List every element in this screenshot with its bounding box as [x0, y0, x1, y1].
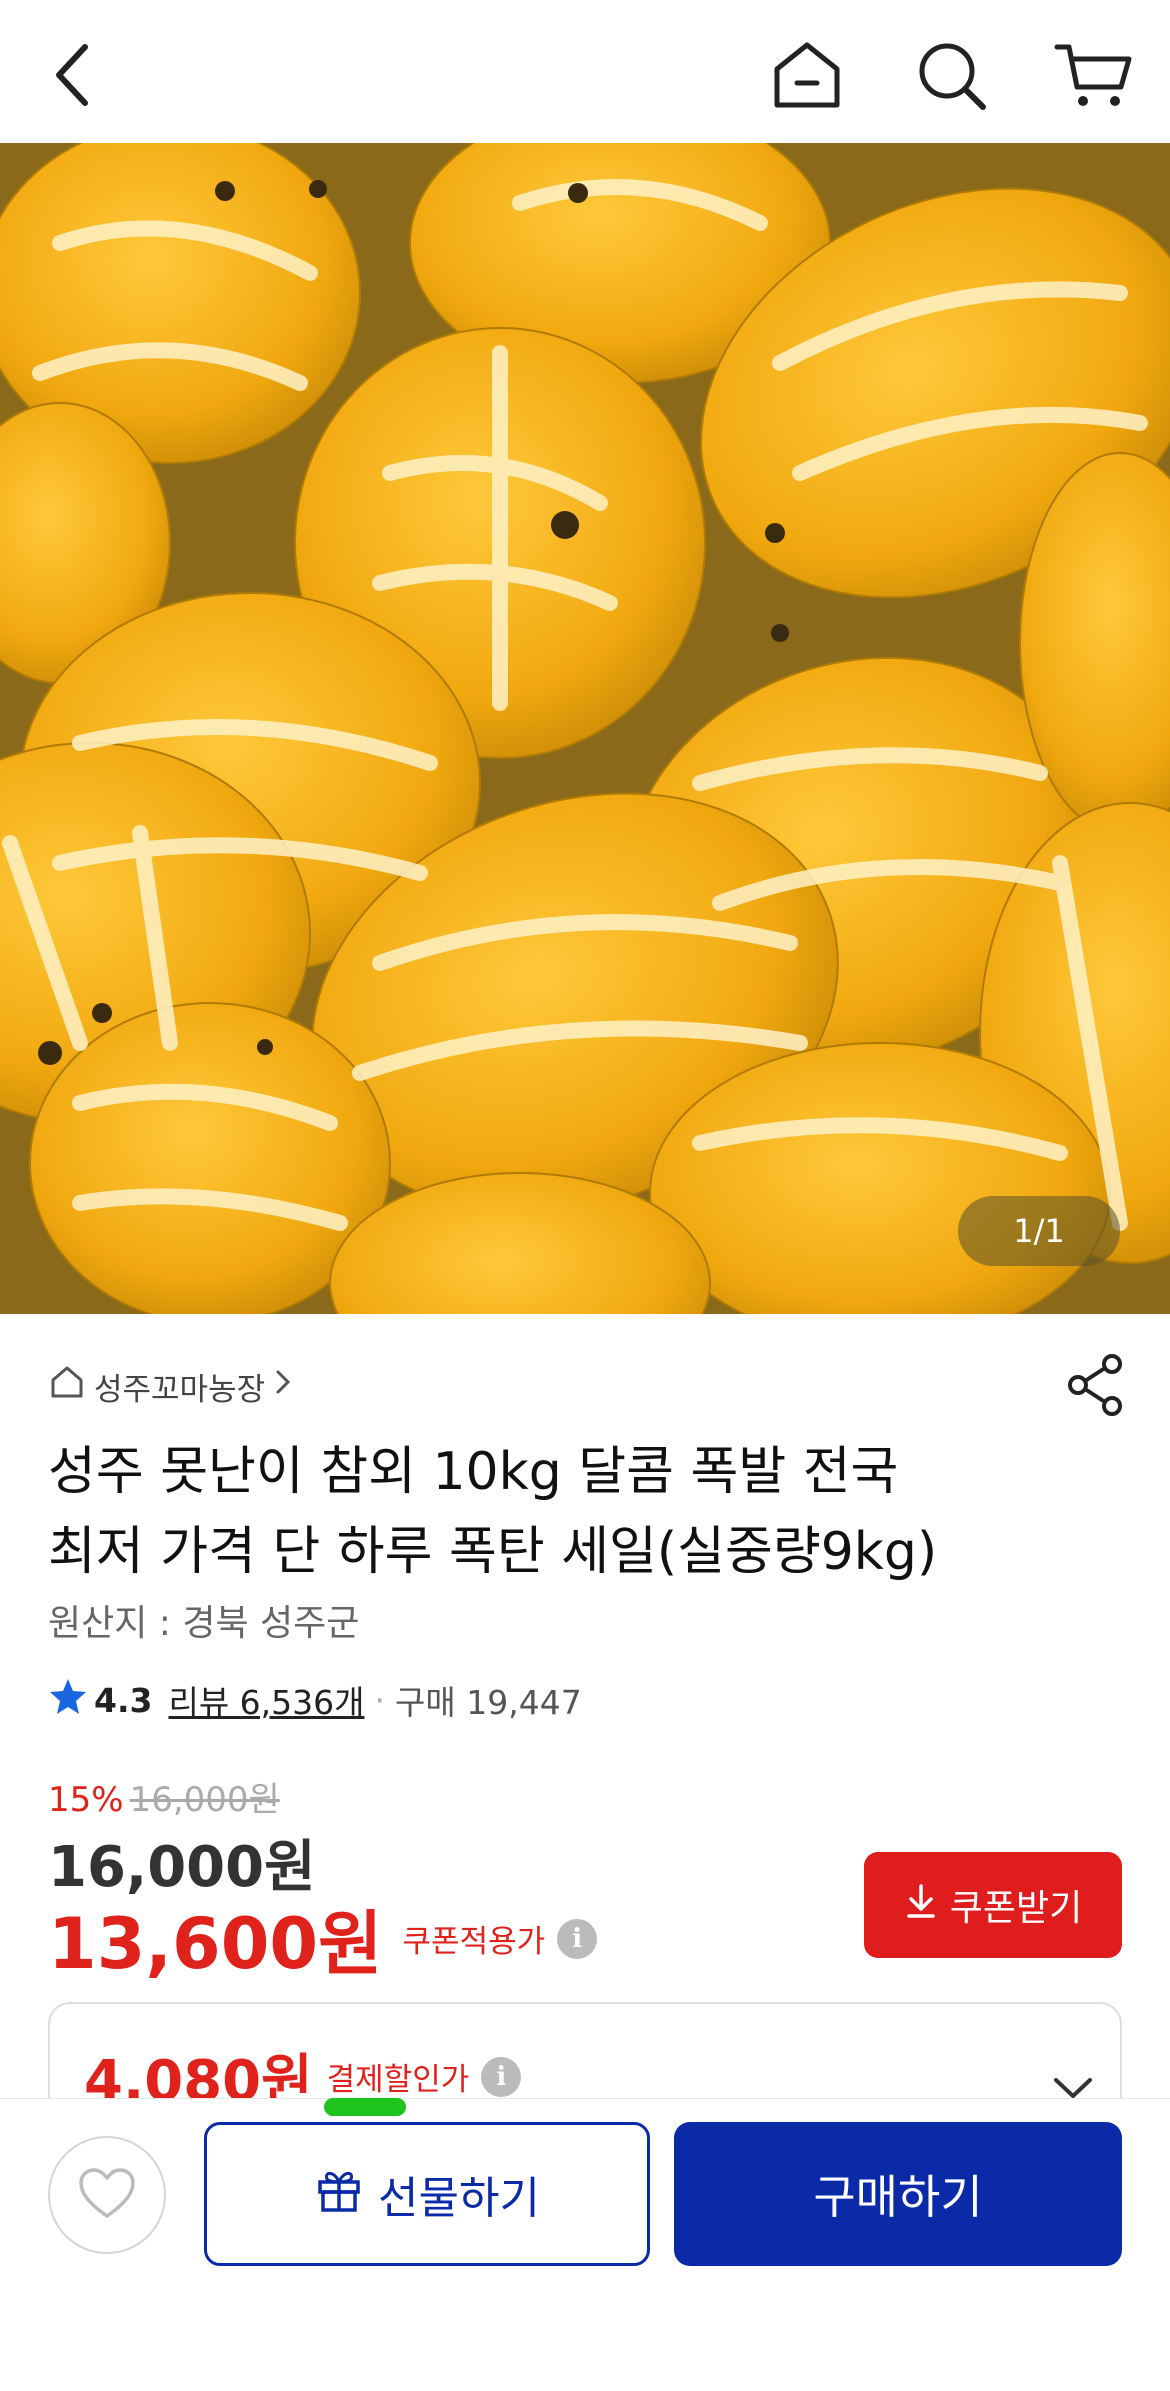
buy-button[interactable]: 구매하기	[674, 2122, 1122, 2266]
discount-rate: 15%	[48, 1780, 124, 1820]
payment-discount-label: 결제할인가	[326, 2062, 470, 2098]
get-coupon-button[interactable]: 쿠폰받기	[864, 1852, 1122, 1958]
share-icon[interactable]	[1062, 1350, 1132, 1420]
get-coupon-label: 쿠폰받기	[949, 1887, 1083, 1928]
coupon-price-row: 13,600원 쿠폰적용가 i	[48, 1888, 598, 1989]
store-link[interactable]: 성주꼬마농장	[48, 1362, 293, 1410]
separator-dot: ·	[374, 1680, 386, 1720]
gift-button[interactable]: 선물하기	[204, 2122, 650, 2266]
chevron-right-icon	[273, 1367, 293, 1405]
star-icon	[48, 1676, 88, 1724]
original-price: 16,000원	[129, 1780, 280, 1820]
coupon-price-label: 쿠폰적용가	[402, 1924, 546, 1960]
wishlist-button[interactable]	[48, 2136, 166, 2254]
gift-icon	[314, 2164, 364, 2225]
heart-icon	[77, 2166, 137, 2224]
info-icon[interactable]: i	[481, 2056, 522, 2097]
coupon-price: 13,600원	[48, 1903, 383, 1985]
image-page-indicator: 1/1	[958, 1196, 1120, 1266]
top-navigation-bar	[0, 0, 1170, 143]
info-icon[interactable]: i	[557, 1918, 598, 1959]
review-count-link[interactable]: 리뷰 6,536개	[168, 1676, 364, 1724]
product-title-line-1: 성주 못난이 참외 10kg 달콤 폭발 전국	[48, 1442, 899, 1502]
back-icon[interactable]	[30, 30, 120, 120]
discount-row: 15% 16,000원	[48, 1772, 280, 1821]
purchase-count: 구매 19,447	[395, 1683, 582, 1722]
store-home-icon	[48, 1363, 86, 1409]
download-icon	[904, 1882, 938, 1929]
rating-score: 4.3	[94, 1680, 153, 1720]
product-title: 성주 못난이 참외 10kg 달콤 폭발 전국 최저 가격 단 하루 폭탄 세일…	[48, 1432, 1088, 1592]
product-origin: 원산지 : 경북 성주군	[48, 1603, 360, 1644]
product-title-line-2: 최저 가격 단 하루 폭탄 세일(실중량9kg)	[48, 1522, 938, 1582]
store-name: 성주꼬마농장	[94, 1371, 266, 1408]
product-image[interactable]: 1/1	[0, 143, 1170, 1314]
rating-row: 4.3 리뷰 6,536개 · 구매 19,447	[48, 1670, 582, 1730]
cart-icon[interactable]	[1048, 30, 1138, 120]
drawer-handle[interactable]	[324, 2098, 406, 2116]
search-icon[interactable]	[906, 30, 996, 120]
home-icon[interactable]	[762, 30, 852, 120]
gift-button-label: 선물하기	[378, 2173, 540, 2224]
